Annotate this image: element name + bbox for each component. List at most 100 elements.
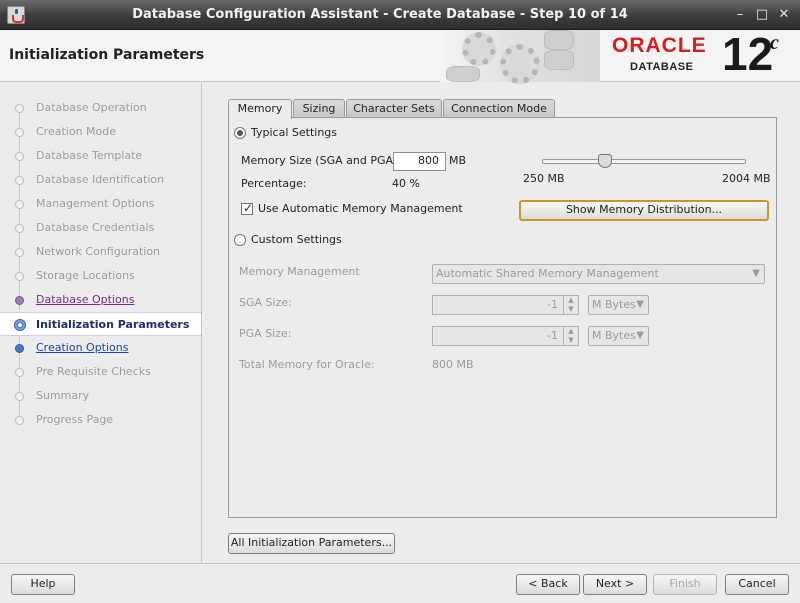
oracle-version-suffix: c (770, 32, 779, 54)
memory-management-label: Memory Management (239, 265, 360, 278)
current-step-icon (14, 319, 26, 331)
database-cylinder-icon (544, 50, 574, 70)
memory-management-value: Automatic Shared Memory Management (436, 267, 659, 280)
help-button[interactable]: Help (11, 574, 75, 595)
step-dot-icon (15, 272, 24, 281)
nav-step-label: Database Template (36, 149, 143, 162)
pga-unit-value: M Bytes (592, 329, 636, 342)
nav-step-database-credentials: Database Credentials (0, 216, 201, 240)
step-dot-icon (15, 392, 24, 401)
database-cylinder-icon (544, 30, 574, 50)
spin-up-icon[interactable]: ▲ (564, 296, 578, 305)
step-dot-icon (15, 344, 24, 353)
sga-size-value: -1 (547, 298, 558, 311)
memory-tab-panel (228, 117, 777, 518)
nav-step-database-template: Database Template (0, 144, 201, 168)
back-button[interactable]: < Back (516, 574, 580, 595)
chevron-down-icon: ▼ (636, 330, 644, 341)
total-memory-label: Total Memory for Oracle: (239, 358, 375, 371)
minimize-icon[interactable]: – (732, 7, 748, 23)
oracle-version: 12 (722, 28, 774, 80)
spinner-buttons[interactable]: ▲ ▼ (563, 327, 578, 345)
slider-max-label: 2004 MB (722, 172, 771, 185)
step-dot-icon (15, 200, 24, 209)
memory-size-label: Memory Size (SGA and PGA): (241, 154, 401, 167)
show-memory-distribution-button[interactable]: Show Memory Distribution... (519, 200, 769, 221)
all-initialization-parameters-button[interactable]: All Initialization Parameters... (228, 533, 395, 554)
nav-step-summary: Summary (0, 384, 201, 408)
pga-unit-select[interactable]: M Bytes ▼ (588, 326, 649, 346)
nav-step-label: Database Operation (36, 101, 147, 114)
gear-icon (462, 32, 496, 66)
nav-step-creation-options[interactable]: Creation Options (0, 336, 201, 360)
tab-sizing[interactable]: Sizing (293, 99, 345, 118)
memory-size-input[interactable]: 800 (393, 152, 446, 171)
custom-settings-radio[interactable] (234, 234, 246, 246)
oracle-logo-subtitle: DATABASE (630, 61, 694, 73)
footer-divider (0, 563, 800, 564)
nav-step-database-operation: Database Operation (0, 96, 201, 120)
cancel-button[interactable]: Cancel (725, 574, 789, 595)
spin-down-icon[interactable]: ▼ (564, 305, 578, 314)
pga-size-label: PGA Size: (239, 327, 292, 340)
nav-step-label[interactable]: Creation Options (36, 341, 128, 354)
nav-step-label: Creation Mode (36, 125, 117, 138)
nav-step-progress-page: Progress Page (0, 408, 201, 432)
maximize-icon[interactable]: □ (754, 7, 770, 23)
spin-down-icon[interactable]: ▼ (564, 336, 578, 345)
page-title: Initialization Parameters (9, 47, 205, 63)
nav-step-label: Progress Page (36, 413, 114, 426)
chevron-down-icon: ▼ (636, 299, 644, 310)
tab-memory[interactable]: Memory (228, 99, 292, 119)
sga-unit-select[interactable]: M Bytes ▼ (588, 295, 649, 315)
nav-step-label[interactable]: Database Options (36, 293, 134, 306)
step-dot-icon (15, 104, 24, 113)
slider-min-label: 250 MB (523, 172, 565, 185)
pga-size-spinner[interactable]: -1 ▲ ▼ (432, 326, 579, 346)
percentage-label: Percentage: (241, 177, 307, 190)
nav-step-label: Network Configuration (36, 245, 161, 258)
nav-step-label: Pre Requisite Checks (36, 365, 151, 378)
nav-step-database-identification: Database Identification (0, 168, 201, 192)
step-dot-icon (15, 176, 24, 185)
tab-connection-mode[interactable]: Connection Mode (443, 99, 555, 118)
sga-size-spinner[interactable]: -1 ▲ ▼ (432, 295, 579, 315)
memory-slider-track[interactable] (542, 159, 746, 164)
custom-settings-label[interactable]: Custom Settings (251, 233, 342, 246)
use-amm-label[interactable]: Use Automatic Memory Management (258, 202, 463, 215)
tab-character-sets[interactable]: Character Sets (346, 99, 442, 118)
nav-step-label: Database Credentials (36, 221, 155, 234)
nav-step-label: Storage Locations (36, 269, 135, 282)
nav-step-pre-requisite-checks: Pre Requisite Checks (0, 360, 201, 384)
spin-up-icon[interactable]: ▲ (564, 327, 578, 336)
typical-settings-radio[interactable] (234, 127, 246, 139)
nav-step-initialization-parameters: Initialization Parameters (0, 312, 201, 336)
chevron-down-icon: ▼ (752, 268, 760, 279)
memory-slider-thumb[interactable] (598, 154, 612, 168)
sga-unit-value: M Bytes (592, 298, 636, 311)
oracle-logo-text: ORACLE (612, 34, 707, 57)
memory-management-select[interactable]: Automatic Shared Memory Management ▼ (432, 264, 765, 284)
close-icon[interactable]: ✕ (776, 7, 792, 23)
spinner-buttons[interactable]: ▲ ▼ (563, 296, 578, 314)
step-dot-icon (15, 248, 24, 257)
next-button[interactable]: Next > (583, 574, 647, 595)
gears-graphic (440, 30, 600, 84)
memory-size-unit: MB (449, 154, 467, 167)
steps-nav: Database Operation Creation Mode Databas… (0, 83, 201, 563)
use-amm-checkbox[interactable] (241, 201, 253, 215)
percentage-value: 40 % (392, 177, 420, 190)
nav-step-label: Summary (36, 389, 90, 402)
step-dot-icon (15, 128, 24, 137)
total-memory-value: 800 MB (432, 358, 474, 371)
nav-step-label: Initialization Parameters (36, 318, 190, 331)
database-cylinder-icon (446, 66, 480, 82)
typical-settings-label[interactable]: Typical Settings (251, 126, 337, 139)
pga-size-value: -1 (547, 329, 558, 342)
nav-step-database-options[interactable]: Database Options (0, 288, 201, 312)
nav-step-creation-mode: Creation Mode (0, 120, 201, 144)
finish-button: Finish (653, 574, 717, 595)
step-dot-icon (15, 416, 24, 425)
sga-size-label: SGA Size: (239, 296, 292, 309)
step-dot-icon (15, 152, 24, 161)
